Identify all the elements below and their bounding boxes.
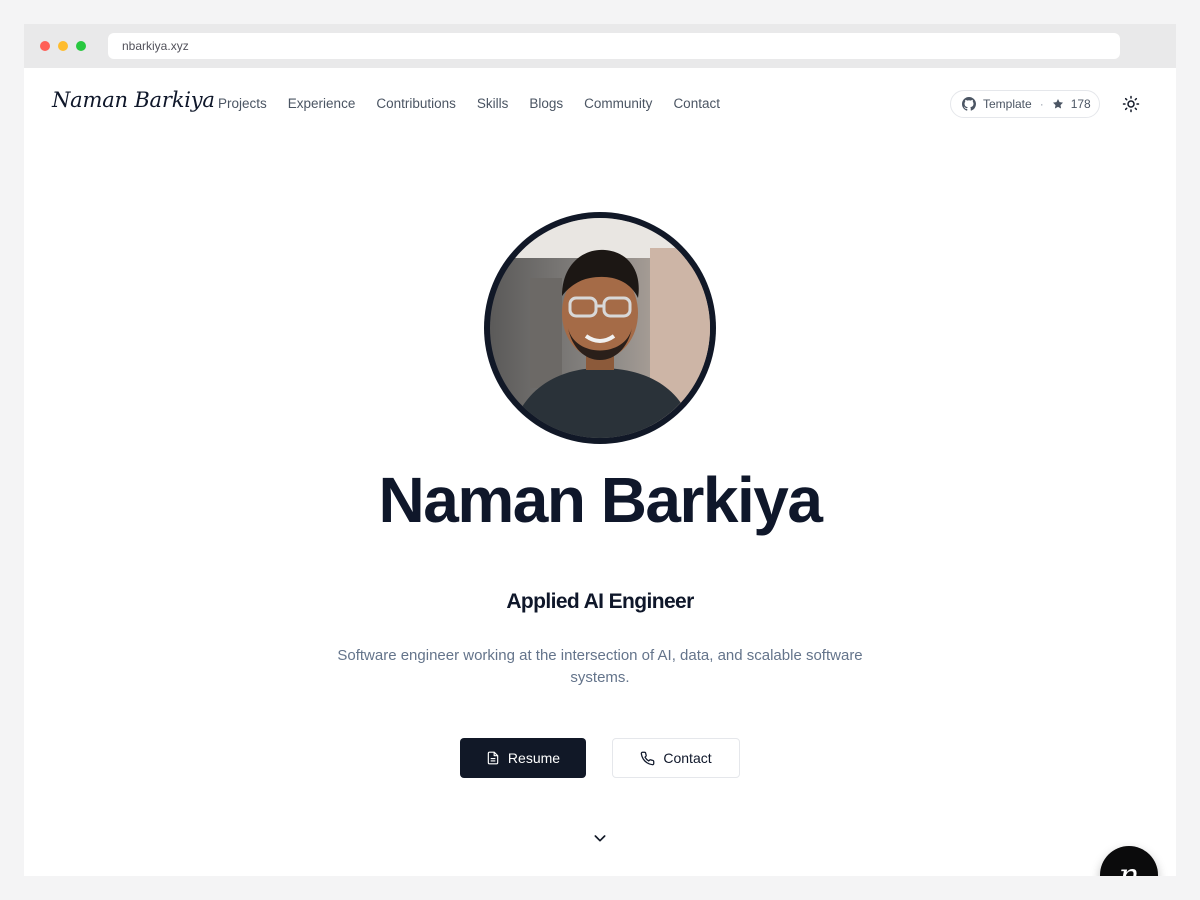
nav-link-contact[interactable]: Contact <box>673 96 720 111</box>
nav-link-blogs[interactable]: Blogs <box>529 96 563 111</box>
profile-avatar <box>484 212 716 444</box>
separator-dot: · <box>1039 97 1044 111</box>
hero-name: Naman Barkiya <box>378 464 823 536</box>
minimize-window-dot[interactable] <box>58 41 68 51</box>
browser-window: nbarkiya.xyz Naman Barkiya Projects Expe… <box>24 24 1176 876</box>
phone-icon <box>640 751 663 766</box>
profile-photo <box>490 218 710 438</box>
github-template-label: Template <box>983 97 1032 111</box>
hero-bio: Software engineer working at the interse… <box>337 647 863 686</box>
resume-label: Resume <box>507 750 561 766</box>
sun-icon <box>1122 95 1140 113</box>
url-text: nbarkiya.xyz <box>122 39 189 53</box>
site-logo[interactable]: Naman Barkiya <box>52 88 215 112</box>
maximize-window-dot[interactable] <box>76 41 86 51</box>
nav-link-skills[interactable]: Skills <box>477 96 509 111</box>
scroll-down-chevron-icon[interactable] <box>592 830 608 846</box>
close-window-dot[interactable] <box>40 41 50 51</box>
nav-link-projects[interactable]: Projects <box>218 96 267 111</box>
github-icon <box>962 97 976 111</box>
nav-links: Projects Experience Contributions Skills… <box>218 96 741 111</box>
star-icon <box>1052 98 1064 110</box>
theme-toggle-button[interactable] <box>1121 94 1141 114</box>
top-navbar: Naman Barkiya Projects Experience Contri… <box>24 68 1176 140</box>
nav-link-contributions[interactable]: Contributions <box>376 96 456 111</box>
browser-chrome: nbarkiya.xyz <box>24 24 1176 68</box>
contact-button[interactable]: Contact <box>612 738 740 778</box>
document-icon <box>486 751 508 765</box>
nav-link-community[interactable]: Community <box>584 96 652 111</box>
resume-button[interactable]: Resume <box>460 738 586 778</box>
chat-assistant-button[interactable]: n <box>1100 846 1158 876</box>
address-bar[interactable]: nbarkiya.xyz <box>108 33 1120 59</box>
nav-link-experience[interactable]: Experience <box>288 96 356 111</box>
page-content: Naman Barkiya Projects Experience Contri… <box>24 68 1176 876</box>
fab-label: n <box>1118 856 1140 876</box>
github-star-count: 178 <box>1070 97 1091 111</box>
contact-label: Contact <box>663 750 712 766</box>
hero-role: Applied AI Engineer <box>506 590 694 613</box>
github-template-button[interactable]: Template · 178 <box>950 90 1100 118</box>
